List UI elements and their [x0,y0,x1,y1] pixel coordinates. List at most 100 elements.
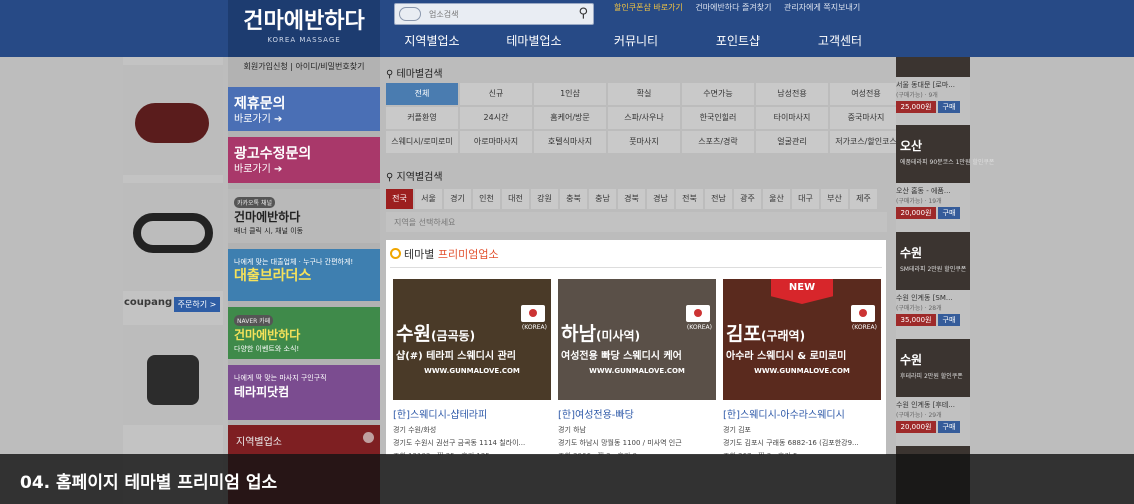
theme-filter-3[interactable]: 확실 [608,83,680,105]
region-filter-10[interactable]: 전북 [676,189,703,209]
buy-button[interactable]: 구매 [938,314,960,326]
region-filter-7[interactable]: 충남 [589,189,616,209]
card-city-name: 수원 [396,323,431,345]
coupon-ad[interactable]: 수원 SM테라피 2만원 할인쿠폰 수원 인계동 [SM... (구매가능) · 28… [896,232,970,326]
card-image[interactable]: NEW (KOREA) 김포(구래역) 아수라 스웨디시 & 로미로미 WWW.GUNM… [723,279,881,400]
category-title[interactable]: 지역별업소 [228,425,380,456]
card-address: 경기도 수원시 권선구 금곡동 1114 칠라이... [393,439,526,447]
card-name[interactable]: [한]여성전용-빠당 [558,406,716,421]
theme-filter-12[interactable]: 타이마사지 [756,107,828,129]
card-image[interactable]: (KOREA) 하남(미사역) 여성전용 빠당 스웨디시 케어 WWW.GUNMALO… [558,279,716,400]
theme-filter-1[interactable]: 신규 [460,83,532,105]
coupon-sub: SM테라피 2만원 할인쿠폰 [900,266,967,273]
premium-card[interactable]: NEW (KOREA) 김포(구래역) 아수라 스웨디시 & 로미로미 WWW.GUNM… [723,279,881,455]
region-filter-2[interactable]: 경기 [444,189,471,209]
theme-filter-18[interactable]: 스포츠/경락 [682,131,754,153]
theme-filter-13[interactable]: 중국마사지 [830,107,902,129]
buy-button[interactable]: 구매 [938,101,960,113]
region-filter-12[interactable]: 광주 [734,189,761,209]
region-filter-8[interactable]: 경북 [618,189,645,209]
card-image[interactable]: (KOREA) 수원(금곡동) 샵(#) 테라피 스웨디시 관리 WWW.GUNMAL… [393,279,551,400]
theme-filter-6[interactable]: 여성전용 [830,83,902,105]
card-name[interactable]: [한]스웨디시-샵테라피 [393,406,551,421]
theme-filter-16[interactable]: 호텔식마사지 [534,131,606,153]
theme-filter-19[interactable]: 얼굴관리 [756,131,828,153]
theme-filter-5[interactable]: 남성전용 [756,83,828,105]
product-ad-foot-massager[interactable] [123,325,223,425]
theme-filter-7[interactable]: 커플환영 [386,107,458,129]
top-header: 건마에반하다 KOREA MASSAGE ⚲ 할인쿠폰샵 바로가기 건마에반하다 … [0,0,1134,57]
location-pin-icon [363,432,374,443]
ad-edit-banner[interactable]: 광고수정문의 바로가기 ➔ [228,137,380,183]
region-filter-1[interactable]: 서울 [415,189,442,209]
nav-region[interactable]: 지역별업소 [380,32,484,49]
site-logo[interactable]: 건마에반하다 KOREA MASSAGE [228,0,380,57]
theme-filter-11[interactable]: 한국인힐러 [682,107,754,129]
message-admin-link[interactable]: 관리자에게 쪽지보내기 [784,3,860,12]
coupon-ad[interactable]: 서울 동대문 [로마... (구매가능) · 9개 25,000원 구매 [896,57,970,113]
theme-filter-17[interactable]: 풋마사지 [608,131,680,153]
coupon-ad[interactable]: 수원 후테라피 2만원 할인쿠폰 수원 인계동 [후테... (구매가능) · 29개… [896,339,970,433]
product-ad-massager[interactable] [123,65,223,175]
region-filter-11[interactable]: 전남 [705,189,732,209]
region-filter-14[interactable]: 대구 [792,189,819,209]
naver-cafe-banner[interactable]: NAVER 카페 건마에반하다 다양한 이벤트와 소식! [228,307,380,359]
find-account-link[interactable]: 아이디/비밀번호찾기 [296,62,365,71]
theme-filter-4[interactable]: 수면가능 [682,83,754,105]
theme-filter-0[interactable]: 전체 [386,83,458,105]
card-tagline: 여성전용 빠당 스웨디시 케어 [561,351,682,362]
coupon-name: 서울 동대문 [로마... [896,81,955,89]
search-icon[interactable]: ⚲ [578,6,588,21]
signup-link[interactable]: 회원가입신청 [244,62,288,71]
loan-brothers-banner[interactable]: 나에게 맞는 대출업체 · 누구나 간편하게! 대출브라더스 [228,249,380,301]
premium-card[interactable]: (KOREA) 하남(미사역) 여성전용 빠당 스웨디시 케어 WWW.GUNMALO… [558,279,716,455]
coupon-name: 수원 인계동 [후테... [896,401,955,409]
theme-filter-14[interactable]: 스웨디시/로미로미 [386,131,458,153]
theme-filter-2[interactable]: 1인샵 [534,83,606,105]
buy-button[interactable]: 구매 [938,207,960,219]
theme-filter-8[interactable]: 24시간 [460,107,532,129]
bookmark-link[interactable]: 건마에반하다 즐겨찾기 [695,3,771,12]
region-filter-15[interactable]: 부산 [821,189,848,209]
theme-filter-15[interactable]: 아로마마사지 [460,131,532,153]
kakao-channel-banner[interactable]: 카카오톡 채널 건마에반하다 배너 클릭 시, 채널 이동 [228,189,380,243]
coupon-image[interactable] [896,57,970,77]
card-name[interactable]: [한]스웨디시-아수라스웨디시 [723,406,881,421]
coupon-name: 오산 홈동 - 에품... [896,187,951,195]
region-filter-13[interactable]: 울산 [763,189,790,209]
region-select[interactable]: 지역을 선택하세요 [386,212,887,232]
product-ad-eye-mask[interactable] [123,183,223,291]
nav-community[interactable]: 커뮤니티 [584,32,688,49]
coupon-price: 25,000원 [896,101,936,113]
nav-support[interactable]: 고객센터 [788,32,892,49]
therapy-job-banner[interactable]: 나에게 딱 맞는 마사지 구인구직 테라피닷컴 [228,365,380,420]
region-filter-6[interactable]: 충북 [560,189,587,209]
card-address: 경기도 김포시 구래동 6882-16 (김포한강9... [723,439,859,447]
search-input[interactable] [429,7,559,21]
premium-card[interactable]: (KOREA) 수원(금곡동) 샵(#) 테라피 스웨디시 관리 WWW.GUNMAL… [393,279,551,455]
coupon-ad[interactable]: 오산 에품테라피 90분코스 1만원 할인쿠폰 오산 홈동 - 에품... (구매가능… [896,125,994,219]
coupon-image[interactable]: 오산 에품테라피 90분코스 1만원 할인쿠폰 [896,125,994,183]
korea-label: (KOREA) [851,324,877,331]
region-filter-16[interactable]: 제주 [850,189,877,209]
sidebar: 회원가입신청 | 아이디/비밀번호찾기 제휴문의 바로가기 ➔ 광고수정문의 바… [228,57,380,504]
nav-pointshop[interactable]: 포인트샵 [686,32,790,49]
search-category-toggle[interactable] [399,7,421,21]
region-filter-0[interactable]: 전국 [386,189,413,209]
coupon-shop-link[interactable]: 할인쿠폰샵 바로가기 [614,3,683,12]
order-button[interactable]: 주문하기 > [174,297,220,312]
theme-filter-20[interactable]: 저가코스/할인코스 [830,131,902,153]
coupon-image[interactable]: 수원 SM테라피 2만원 할인쿠폰 [896,232,970,290]
partnership-banner[interactable]: 제휴문의 바로가기 ➔ [228,87,380,131]
buy-button[interactable]: 구매 [938,421,960,433]
region-filter-3[interactable]: 인천 [473,189,500,209]
region-filter-4[interactable]: 대전 [502,189,529,209]
nav-theme[interactable]: 테마별업소 [482,32,586,49]
coupon-sub: 후테라피 2만원 할인쿠폰 [900,373,963,380]
region-filter-5[interactable]: 강원 [531,189,558,209]
theme-filter-10[interactable]: 스파/사우나 [608,107,680,129]
coupon-image[interactable]: 수원 후테라피 2만원 할인쿠폰 [896,339,970,397]
theme-filter-9[interactable]: 홈케어/방문 [534,107,606,129]
region-filter-9[interactable]: 경남 [647,189,674,209]
eye-mask-image [133,213,213,253]
